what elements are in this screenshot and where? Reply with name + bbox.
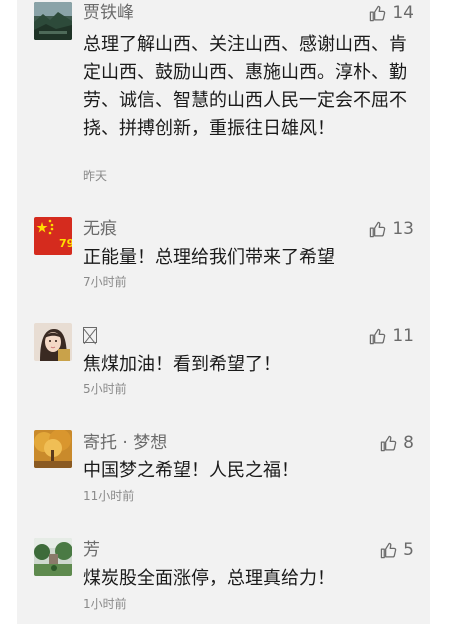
- flag-avatar-icon[interactable]: 79: [34, 217, 72, 255]
- comment-time: 11小时前: [83, 489, 135, 503]
- autumn-tree-avatar-icon[interactable]: [34, 430, 72, 468]
- comment-text: 总理了解山西、关注山西、感谢山西、肯定山西、鼓励山西、惠施山西。淳朴、勤劳、诚信…: [83, 34, 407, 139]
- like-button[interactable]: 5: [380, 539, 414, 561]
- thumbs-up-icon: [370, 221, 386, 237]
- comment-text: 中国梦之希望！人民之福！: [83, 460, 299, 481]
- comments-panel: 贾铁峰 14 总理了解山西、关注山西、感谢山西、肯定山西、鼓励山西、惠施山西。淳…: [17, 0, 430, 624]
- comment-username[interactable]: 无痕: [83, 218, 117, 240]
- like-count: 11: [392, 326, 414, 346]
- comment-time: 1小时前: [83, 597, 127, 611]
- like-button[interactable]: 14: [369, 2, 414, 24]
- garden-avatar-icon[interactable]: [34, 538, 72, 576]
- thumbs-up-icon: [380, 435, 397, 451]
- comment-username[interactable]: 寄托 · 梦想: [83, 432, 167, 454]
- comment-time: 7小时前: [83, 275, 127, 289]
- like-count: 14: [392, 3, 414, 23]
- like-count: 8: [403, 433, 414, 453]
- portrait-avatar-icon[interactable]: [34, 323, 72, 361]
- like-count: 5: [403, 540, 414, 560]
- comment-time: 昨天: [83, 169, 108, 183]
- missing-glyph-icon: [83, 327, 97, 343]
- comment-username[interactable]: 芳: [83, 539, 100, 561]
- like-button[interactable]: 11: [369, 325, 414, 347]
- comment-username[interactable]: 贾铁峰: [83, 2, 134, 24]
- like-button[interactable]: 13: [369, 218, 414, 240]
- like-count: 13: [392, 219, 414, 239]
- comment-time: 5小时前: [83, 382, 127, 396]
- comment-username[interactable]: [83, 324, 97, 346]
- thumbs-up-icon: [370, 328, 386, 344]
- comment-text: 正能量！总理给我们带来了希望: [83, 247, 335, 268]
- landscape-avatar-icon[interactable]: [34, 2, 72, 40]
- thumbs-up-icon: [380, 542, 397, 558]
- thumbs-up-icon: [370, 5, 386, 21]
- svg-text:79: 79: [59, 237, 72, 250]
- comment-text: 焦煤加油！看到希望了！: [83, 354, 281, 375]
- page: 贾铁峰 14 总理了解山西、关注山西、感谢山西、肯定山西、鼓励山西、惠施山西。淳…: [0, 0, 450, 624]
- like-button[interactable]: 8: [380, 432, 414, 454]
- comment-text: 煤炭股全面涨停，总理真给力！: [83, 568, 335, 589]
